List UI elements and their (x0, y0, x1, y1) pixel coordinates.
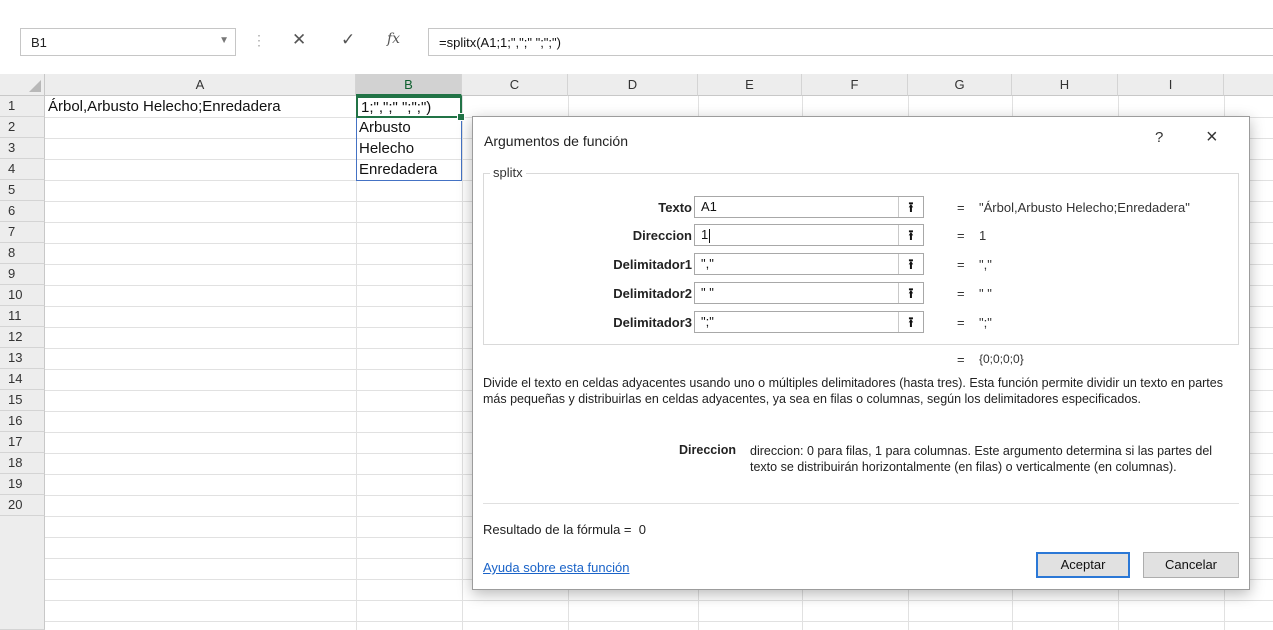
row-header-4[interactable]: 4 (0, 159, 45, 180)
formula-result-value: 0 (638, 522, 646, 537)
formula-text: =splitx(A1;1;",";" ";";") (439, 35, 561, 50)
insert-function-icon[interactable]: fx (387, 31, 400, 47)
result-preview: {0;0;0;0} (979, 352, 1024, 366)
arg-value-delimitador3: ";" (979, 315, 992, 330)
dialog-title: Argumentos de función (484, 133, 628, 149)
arg-value-delimitador2: " " (979, 286, 992, 301)
arg-value-direccion: 1 (979, 228, 987, 243)
column-header-h[interactable]: H (1012, 74, 1118, 96)
arg-value-texto: "Árbol,Arbusto Helecho;Enredadera" (979, 200, 1190, 215)
row-header-8[interactable]: 8 (0, 243, 45, 264)
arg-label-delimitador3: Delimitador3 (613, 315, 692, 330)
collapse-dialog-icon[interactable]: ⭱ (898, 283, 923, 303)
arg-input-delimitador1[interactable]: "," ⭱ (694, 253, 924, 275)
column-header-d[interactable]: D (568, 74, 698, 96)
equals-sign: = (957, 315, 965, 330)
row-header-2[interactable]: 2 (0, 117, 45, 138)
arg-label-delimitador2: Delimitador2 (613, 286, 692, 301)
cell-a1[interactable]: Árbol,Arbusto Helecho;Enredadera (45, 96, 356, 117)
column-header-i[interactable]: I (1118, 74, 1224, 96)
arg-label-direccion: Direccion (632, 228, 692, 243)
column-header-e[interactable]: E (698, 74, 802, 96)
equals-sign: = (957, 352, 965, 367)
arg-input-texto[interactable]: A1 ⭱ (694, 196, 924, 218)
arg-help-name: Direccion (679, 443, 736, 457)
formula-input[interactable]: =splitx(A1;1;",";" ";";") (428, 28, 1273, 56)
select-all-corner[interactable] (0, 74, 45, 96)
column-header-b[interactable]: B (356, 74, 462, 96)
column-header-g[interactable]: G (908, 74, 1012, 96)
arg-input-delimitador2-value: " " (701, 285, 714, 300)
equals-sign: = (957, 228, 965, 243)
row-header-14[interactable]: 14 (0, 369, 45, 390)
formula-result: Resultado de la fórmula = 0 (483, 522, 646, 537)
row-header-16[interactable]: 16 (0, 411, 45, 432)
collapse-dialog-icon[interactable]: ⭱ (898, 254, 923, 274)
close-icon[interactable]: × (1206, 126, 1218, 149)
equals-sign: = (957, 286, 965, 301)
row-header-15[interactable]: 15 (0, 390, 45, 411)
equals-sign: = (957, 257, 965, 272)
function-description: Divide el texto en celdas adyacentes usa… (483, 376, 1223, 406)
name-box[interactable]: B1 ▼ (20, 28, 236, 56)
cancel-formula-icon[interactable]: ✕ (292, 30, 306, 50)
name-box-value: B1 (31, 35, 47, 50)
equals-sign: = (957, 200, 965, 215)
ok-button[interactable]: Aceptar (1036, 552, 1130, 578)
row-header-11[interactable]: 11 (0, 306, 45, 327)
function-name: splitx (490, 165, 526, 180)
row-header-rest (0, 516, 45, 630)
row-header-17[interactable]: 17 (0, 432, 45, 453)
row-header-9[interactable]: 9 (0, 264, 45, 285)
arg-label-delimitador1: Delimitador1 (613, 257, 692, 272)
row-header-10[interactable]: 10 (0, 285, 45, 306)
arg-input-delimitador1-value: "," (701, 256, 714, 271)
formula-result-label: Resultado de la fórmula = (483, 522, 632, 537)
help-icon[interactable]: ? (1155, 129, 1163, 146)
column-header-a[interactable]: A (45, 74, 356, 96)
row-header-13[interactable]: 13 (0, 348, 45, 369)
arg-value-delimitador1: "," (979, 257, 992, 272)
cell-b3[interactable]: Helecho (356, 138, 462, 159)
row-header-20[interactable]: 20 (0, 495, 45, 516)
cell-b4[interactable]: Enredadera (356, 159, 462, 180)
function-arguments-dialog: Argumentos de función ? × splitx Texto A… (472, 116, 1250, 590)
column-header-c[interactable]: C (462, 74, 568, 96)
arg-input-delimitador3[interactable]: ";" ⭱ (694, 311, 924, 333)
chevron-down-icon[interactable]: ▼ (219, 35, 229, 46)
grip-icon: ⋮ (252, 32, 266, 48)
collapse-dialog-icon[interactable]: ⭱ (898, 312, 923, 332)
arg-input-texto-value: A1 (701, 199, 717, 214)
row-header-6[interactable]: 6 (0, 201, 45, 222)
column-header-f[interactable]: F (802, 74, 908, 96)
arg-input-delimitador3-value: ";" (701, 314, 714, 329)
arg-help-text: direccion: 0 para filas, 1 para columnas… (750, 444, 1213, 474)
row-header-3[interactable]: 3 (0, 138, 45, 159)
row-header-19[interactable]: 19 (0, 474, 45, 495)
row-header-7[interactable]: 7 (0, 222, 45, 243)
arg-label-texto: Texto (658, 200, 692, 215)
row-header-5[interactable]: 5 (0, 180, 45, 201)
arg-input-direccion-value: 1 (701, 227, 709, 242)
collapse-dialog-icon[interactable]: ⭱ (898, 225, 923, 245)
arg-input-delimitador2[interactable]: " " ⭱ (694, 282, 924, 304)
arg-input-direccion[interactable]: 1 ⭱ (694, 224, 924, 246)
divider (483, 503, 1239, 504)
row-header-12[interactable]: 12 (0, 327, 45, 348)
cell-b1[interactable]: 1;",";" ";";") (358, 97, 462, 118)
cancel-button[interactable]: Cancelar (1143, 552, 1239, 578)
cell-b2[interactable]: Arbusto (356, 117, 462, 138)
collapse-dialog-icon[interactable]: ⭱ (898, 197, 923, 217)
active-cell-b1[interactable]: 1;",";" ";";") (356, 96, 465, 121)
row-header-18[interactable]: 18 (0, 453, 45, 474)
row-header-1[interactable]: 1 (0, 96, 45, 117)
enter-formula-icon[interactable]: ✓ (341, 30, 355, 50)
column-header-j[interactable] (1224, 74, 1273, 96)
help-link[interactable]: Ayuda sobre esta función (483, 560, 629, 575)
